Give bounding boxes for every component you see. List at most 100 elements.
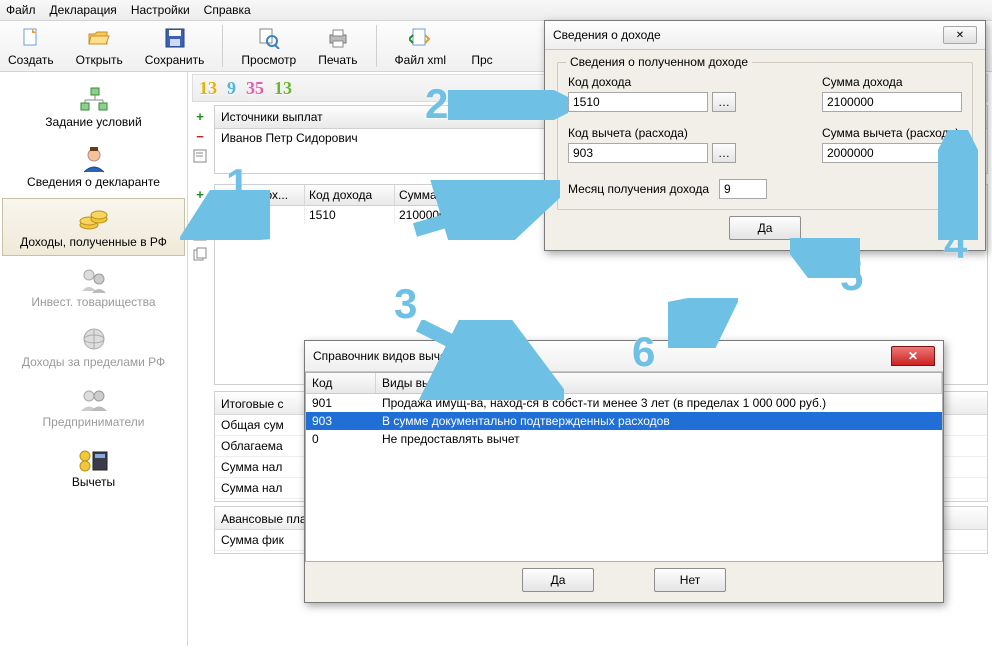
printer-icon	[324, 25, 352, 51]
tool-xml[interactable]: Файл xml	[395, 25, 447, 67]
cell: 2100000	[395, 206, 495, 224]
tool-print-label: Печать	[318, 53, 357, 67]
add-source-button[interactable]: +	[192, 108, 208, 124]
calculator-coins-icon	[76, 445, 112, 475]
label-month: Месяц получения дохода	[568, 182, 709, 196]
lookup-income-code-button[interactable]: …	[712, 92, 736, 112]
form-tab-13[interactable]: 13	[199, 78, 217, 99]
cell: 901	[306, 394, 376, 412]
menu-help[interactable]: Справка	[204, 3, 251, 17]
sidebar-label: Доходы за пределами РФ	[22, 355, 165, 369]
input-deduction-code[interactable]	[568, 143, 708, 163]
label-deduction-sum: Сумма вычета (расхода)	[822, 126, 962, 140]
lookup-deduction-code-button[interactable]: …	[712, 143, 736, 163]
cell: 903	[306, 412, 376, 430]
cell: 9	[215, 206, 305, 224]
cell: Не предоставлять вычет	[376, 430, 942, 448]
sidebar-item-income-abroad[interactable]: Доходы за пределами РФ	[2, 318, 185, 376]
preview-icon	[255, 25, 283, 51]
reference-list: Код Виды вычетов 901 Продажа имущ-ва, на…	[305, 372, 943, 562]
sidebar-item-declarant[interactable]: Сведения о декларанте	[2, 138, 185, 196]
input-deduction-sum[interactable]	[822, 143, 962, 163]
tool-open[interactable]: Открыть	[76, 25, 123, 67]
tool-xml-label: Файл xml	[395, 53, 447, 67]
people-icon	[76, 385, 112, 415]
income-groupbox: Сведения о полученном доходе Код дохода …	[557, 62, 973, 210]
sidebar-label: Доходы, полученные в РФ	[20, 235, 167, 249]
tool-print[interactable]: Печать	[318, 25, 357, 67]
dialog-title: Справочник видов вычетов	[313, 349, 465, 363]
list-item[interactable]: 0 Не предоставлять вычет	[306, 430, 942, 448]
col-code[interactable]: Код дохода	[305, 185, 395, 206]
col-code[interactable]: Код	[306, 373, 376, 393]
cell: В сумме документально подтвержденных рас…	[376, 412, 942, 430]
tool-save-label: Сохранить	[145, 53, 205, 67]
cell: 0	[306, 430, 376, 448]
close-button[interactable]: ✕	[943, 26, 977, 44]
sidebar-label: Инвест. товарищества	[31, 295, 155, 309]
xml-file-icon	[406, 25, 434, 51]
sidebar-item-income-rf[interactable]: Доходы, полученные в РФ	[2, 198, 185, 256]
label-deduction-code: Код вычета (расхода)	[568, 126, 792, 140]
menu-file[interactable]: Файл	[6, 3, 36, 17]
sources-header: Источники выплат	[221, 110, 323, 124]
menu-declaration[interactable]: Декларация	[50, 3, 117, 17]
tool-check[interactable]: Прс	[468, 25, 496, 67]
input-month[interactable]	[719, 179, 767, 199]
tool-view-label: Просмотр	[241, 53, 296, 67]
sidebar: Задание условий Сведения о декларанте До…	[0, 72, 188, 646]
group-legend: Сведения о полученном доходе	[566, 55, 752, 69]
label-income-code: Код дохода	[568, 75, 792, 89]
sidebar-label: Вычеты	[72, 475, 115, 489]
dialog-deduction-reference: Справочник видов вычетов ✕ Код Виды выче…	[304, 340, 944, 603]
tree-icon	[76, 85, 112, 115]
sidebar-item-entrepreneurs[interactable]: Предприниматели	[2, 378, 185, 436]
menu-settings[interactable]: Настройки	[131, 3, 190, 17]
dialog-income-info: Сведения о доходе ✕ Сведения о полученно…	[544, 20, 986, 251]
tool-open-label: Открыть	[76, 53, 123, 67]
form-tab-35[interactable]: 35	[246, 78, 264, 99]
ok-button[interactable]: Да	[522, 568, 594, 592]
dialog-title: Сведения о доходе	[553, 28, 661, 42]
source-row[interactable]: Иванов Петр Сидорович	[221, 131, 358, 145]
cell: Продажа имущ-ва, наход-ся в собст-ти мен…	[376, 394, 942, 412]
tool-check-label: Прс	[471, 53, 492, 67]
remove-source-button[interactable]: −	[192, 128, 208, 144]
new-file-icon	[17, 25, 45, 51]
input-income-code[interactable]	[568, 92, 708, 112]
form-tab-13b[interactable]: 13	[274, 78, 292, 99]
globe-coins-icon	[76, 325, 112, 355]
form-tab-9[interactable]: 9	[227, 78, 236, 99]
copy-income-button[interactable]	[192, 246, 208, 262]
tool-view[interactable]: Просмотр	[241, 25, 296, 67]
tool-save[interactable]: Сохранить	[145, 25, 205, 67]
cell: 1510	[305, 206, 395, 224]
remove-income-button[interactable]: −	[192, 206, 208, 222]
partnership-icon	[76, 265, 112, 295]
sidebar-item-deductions[interactable]: Вычеты	[2, 438, 185, 496]
sidebar-label: Предприниматели	[43, 415, 145, 429]
check-icon	[468, 25, 496, 51]
list-item[interactable]: 901 Продажа имущ-ва, наход-ся в собст-ти…	[306, 394, 942, 412]
person-icon	[76, 145, 112, 175]
list-item-selected[interactable]: 903 В сумме документально подтвержденных…	[306, 412, 942, 430]
ok-button[interactable]: Да	[729, 216, 801, 240]
coins-icon	[76, 205, 112, 235]
sidebar-label: Задание условий	[45, 115, 141, 129]
add-income-button[interactable]: +	[192, 186, 208, 202]
col-sum[interactable]: Сумма дох...	[395, 185, 495, 206]
sidebar-label: Сведения о декларанте	[27, 175, 160, 189]
cancel-button[interactable]: Нет	[654, 568, 726, 592]
tool-create[interactable]: Создать	[8, 25, 54, 67]
tool-create-label: Создать	[8, 53, 54, 67]
save-icon	[161, 25, 189, 51]
col-desc[interactable]: Виды вычетов	[376, 373, 942, 393]
edit-income-button[interactable]	[192, 226, 208, 242]
sidebar-item-invest[interactable]: Инвест. товарищества	[2, 258, 185, 316]
sidebar-item-conditions[interactable]: Задание условий	[2, 78, 185, 136]
folder-open-icon	[85, 25, 113, 51]
col-month[interactable]: Месяц дох...	[215, 185, 305, 206]
edit-source-button[interactable]	[192, 148, 208, 164]
close-button[interactable]: ✕	[891, 346, 935, 366]
input-income-sum[interactable]	[822, 92, 962, 112]
